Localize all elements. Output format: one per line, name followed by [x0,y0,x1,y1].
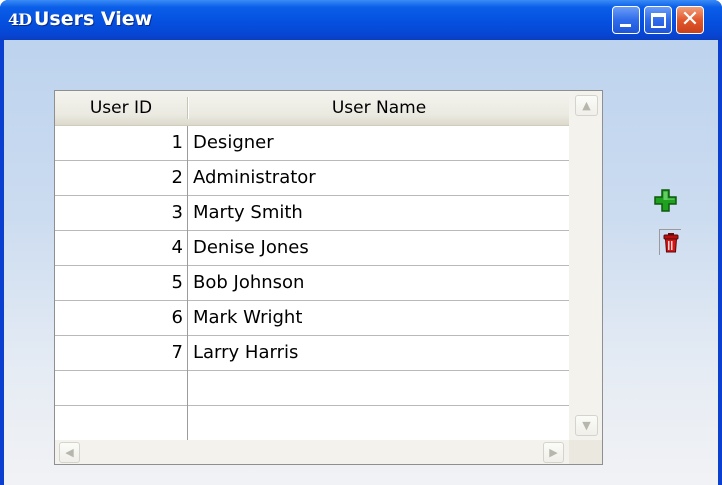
user-id-cell: 6 [171,307,183,328]
chevron-down-icon: ▼ [582,419,591,432]
table-row[interactable]: 4 Denise Jones [55,231,569,266]
column-header-user-name[interactable]: User Name [189,91,569,125]
scrollbar-corner [569,440,602,464]
add-user-button[interactable] [654,187,678,215]
user-name-cell [193,371,565,405]
minimize-button[interactable] [612,6,640,34]
user-name-cell: Designer [193,132,274,153]
chevron-left-icon: ◀ [65,446,74,459]
table-row[interactable]: 2 Administrator [55,161,569,196]
user-name-cell [193,406,565,440]
scroll-right-button[interactable]: ▶ [543,442,564,463]
user-id-cell: 2 [171,167,183,188]
user-id-cell: 4 [171,237,183,258]
table-row[interactable]: 3 Marty Smith [55,196,569,231]
user-name-cell: Mark Wright [193,307,303,328]
table-row[interactable]: 5 Bob Johnson [55,266,569,301]
user-id-cell [55,371,183,405]
table-header: User ID User Name [55,91,569,126]
delete-user-button[interactable] [659,229,681,255]
table-row[interactable]: 1 Designer [55,126,569,161]
window-title: Users View [34,8,153,30]
table-row[interactable]: 7 Larry Harris [55,336,569,371]
users-view-window: 4D Users View ✕ User ID User Name 1 Desi… [0,0,722,485]
horizontal-scrollbar[interactable]: ◀ ▶ [55,440,569,464]
user-id-cell: 1 [171,132,183,153]
user-id-cell: 5 [171,272,183,293]
column-separator [187,126,188,440]
close-icon: ✕ [680,7,700,32]
trash-icon [663,233,679,253]
scroll-down-button[interactable]: ▼ [575,415,598,436]
user-name-cell: Marty Smith [193,202,303,223]
minimize-icon [620,24,631,27]
user-name-cell: Larry Harris [193,342,299,363]
chevron-right-icon: ▶ [549,446,558,459]
app-logo-icon: 4D [8,10,32,29]
vertical-scrollbar[interactable]: ▲ ▼ [569,91,602,440]
user-id-cell: 7 [171,342,183,363]
table-body: 1 Designer 2 Administrator 3 Marty Smith… [55,126,569,441]
user-id-cell [55,406,183,440]
maximize-button[interactable] [644,6,672,34]
close-button[interactable]: ✕ [676,6,704,34]
chevron-up-icon: ▲ [582,99,591,112]
user-id-cell: 3 [171,202,183,223]
column-header-user-id[interactable]: User ID [55,91,187,125]
user-name-cell: Administrator [193,167,316,188]
scroll-left-button[interactable]: ◀ [59,442,80,463]
table-row[interactable]: 6 Mark Wright [55,301,569,336]
maximize-icon [651,13,666,28]
plus-icon [654,189,677,212]
user-name-cell: Bob Johnson [193,272,305,293]
table-row-empty[interactable] [55,371,569,406]
window-content: User ID User Name 1 Designer 2 Administr… [4,40,718,485]
table-row-empty[interactable] [55,406,569,441]
users-listbox[interactable]: User ID User Name 1 Designer 2 Administr… [54,90,603,465]
title-bar[interactable]: 4D Users View ✕ [0,0,722,40]
scroll-up-button[interactable]: ▲ [575,95,598,116]
user-name-cell: Denise Jones [193,237,309,258]
